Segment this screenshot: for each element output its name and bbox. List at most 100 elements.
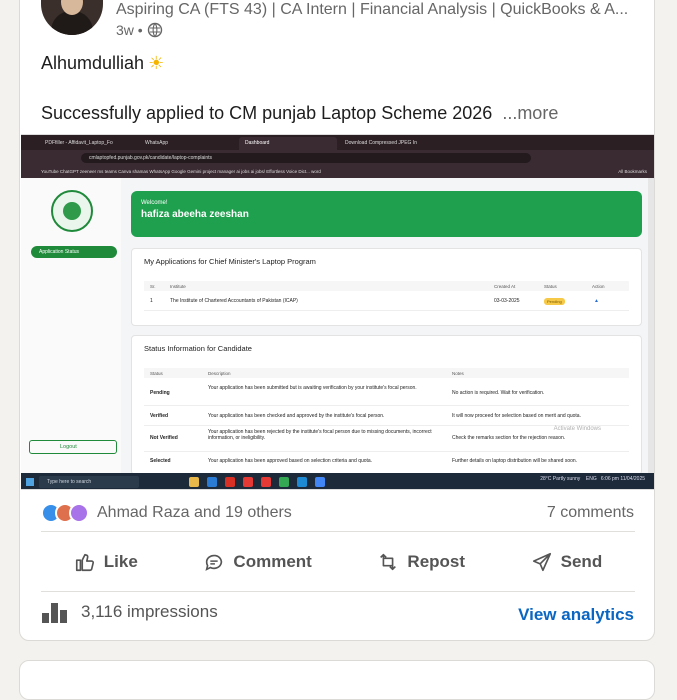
repost-icon xyxy=(380,553,397,571)
table-row: Selected Your application has been appro… xyxy=(144,452,629,472)
status-info-panel: Status Information for Candidate Status … xyxy=(131,335,642,475)
clock-text: 6:06 pm 11/04/2025 xyxy=(600,476,645,482)
view-analytics-link[interactable]: View analytics xyxy=(518,605,634,625)
applications-title: My Applications for Chief Minister's Lap… xyxy=(144,257,316,266)
row-status: Selected xyxy=(150,458,171,464)
windows-taskbar: Type here to search 28°C Partly sunny EN… xyxy=(21,473,654,489)
repost-button[interactable]: Repost xyxy=(377,551,465,573)
reactions-summary[interactable]: Ahmad Raza and 19 others xyxy=(41,503,292,523)
browser-url: cmlaptopfed.punjab.gov.pk/candidate/lapt… xyxy=(81,153,531,163)
browser-tab: Download Compressed JPEG In xyxy=(345,140,417,146)
app-icon xyxy=(243,477,253,487)
bookmarks-list: YouTube ChatGPT zeeneer ms teams Canva s… xyxy=(41,169,321,174)
row-notes: Check the remarks section for the reject… xyxy=(452,435,566,441)
post-card: Aspiring CA (FTS 43) | CA Intern | Finan… xyxy=(19,0,655,641)
table-row: 1 The Institute of Chartered Accountants… xyxy=(144,295,629,311)
divider xyxy=(41,591,635,592)
comment-button[interactable]: Comment xyxy=(203,551,312,573)
author-headline: Aspiring CA (FTS 43) | CA Intern | Finan… xyxy=(116,1,629,18)
portal-page: Application Status Logout Welcome! hafiz… xyxy=(21,178,648,475)
taskbar-tray: 28°C Partly sunny ENG 6:06 pm 11/04/2025 xyxy=(540,476,645,482)
browser-addressbar: cmlaptopfed.punjab.gov.pk/candidate/lapt… xyxy=(21,150,654,166)
table-row: Verified Your application has been check… xyxy=(144,406,629,426)
see-more-link[interactable]: ...more xyxy=(502,103,558,123)
status-badge: Pending xyxy=(544,298,565,305)
post-text-2: Successfully applied to CM punjab Laptop… xyxy=(41,103,493,123)
col-sr: Sr. xyxy=(150,284,156,289)
row-desc: Your application has been approved based… xyxy=(208,458,373,464)
thumbs-up-icon xyxy=(75,553,94,572)
welcome-label: Welcome! xyxy=(141,200,168,206)
col-status: Status xyxy=(544,284,557,289)
folder-icon xyxy=(189,477,199,487)
browser-tab-active: Dashboard xyxy=(239,137,337,150)
bar-chart-icon xyxy=(42,603,67,623)
welcome-banner: Welcome! hafiza abeeha zeeshan xyxy=(131,191,642,237)
col-status: Status xyxy=(150,371,163,376)
like-button[interactable]: Like xyxy=(74,551,138,573)
col-notes: Notes xyxy=(452,371,464,376)
row-sr: 1 xyxy=(150,298,153,304)
col-description: Description xyxy=(208,371,231,376)
divider xyxy=(41,531,635,532)
row-notes: It will now proceed for selection based … xyxy=(452,413,581,419)
reactions-text: Ahmad Raza and 19 others xyxy=(97,504,292,521)
reaction-icons xyxy=(41,503,89,523)
lang-text: ENG xyxy=(585,476,597,482)
like-label: Like xyxy=(103,552,138,571)
logout-button: Logout xyxy=(29,440,117,454)
next-post-card xyxy=(19,660,655,700)
row-notes: Further details on laptop distribution w… xyxy=(452,458,578,464)
row-desc: Your application has been rejected by th… xyxy=(208,429,432,441)
sun-emoji-icon: ☀ xyxy=(148,53,165,73)
col-action: Action xyxy=(592,284,605,289)
applications-header: Sr. Institute Created At Status Action xyxy=(144,281,629,291)
post-line-1: Alhumdulliah ☀ xyxy=(41,53,164,74)
impressions[interactable]: 3,116 impressions xyxy=(41,601,218,623)
windows-start-icon xyxy=(26,478,34,486)
browser-tab: WhatsApp xyxy=(145,140,169,146)
col-institute: Institute xyxy=(170,284,186,289)
app-icon xyxy=(225,477,235,487)
row-notes: No action is required. Wait for verifica… xyxy=(452,390,545,396)
table-row: Pending Your application has been submit… xyxy=(144,382,629,406)
globe-icon xyxy=(147,22,162,38)
row-status: Pending xyxy=(150,390,170,396)
send-button[interactable]: Send xyxy=(531,551,603,573)
weather-text: 28°C Partly sunny xyxy=(540,476,581,482)
edge-icon xyxy=(207,477,217,487)
app-icon xyxy=(297,477,307,487)
browser-tab: PDFfiller - Affidavit_Laptop_Fo xyxy=(45,140,113,146)
col-created: Created At xyxy=(494,284,516,289)
repost-label: Repost xyxy=(407,552,466,571)
comments-count[interactable]: 7 comments xyxy=(547,504,634,522)
row-desc: Your application has been submitted but … xyxy=(208,385,417,391)
post-text-1: Alhumdulliah xyxy=(41,53,145,73)
post-image[interactable]: PDFfiller - Affidavit_Laptop_Fo WhatsApp… xyxy=(21,134,654,490)
row-created: 03-03-2025 xyxy=(494,298,520,304)
bookmarks-bar: YouTube ChatGPT zeeneer ms teams Canva s… xyxy=(21,166,654,178)
send-label: Send xyxy=(560,552,603,571)
post-line-2: Successfully applied to CM punjab Laptop… xyxy=(41,103,558,124)
activate-windows-watermark: Activate Windows xyxy=(553,426,601,432)
portal-sidebar: Application Status Logout xyxy=(21,178,121,473)
chrome-icon xyxy=(279,477,289,487)
upload-icon: ▲ xyxy=(594,298,599,304)
status-info-title: Status Information for Candidate xyxy=(144,344,252,353)
all-bookmarks: All Bookmarks xyxy=(618,169,647,174)
row-desc: Your application has been checked and ap… xyxy=(208,413,385,419)
status-header: Status Description Notes xyxy=(144,368,629,378)
post-actions: Like Comment Repost Send xyxy=(41,538,635,586)
author-avatar[interactable] xyxy=(41,0,103,35)
row-status: Not Verified xyxy=(150,435,178,441)
send-icon xyxy=(532,552,551,572)
applications-panel: My Applications for Chief Minister's Lap… xyxy=(131,248,642,326)
comment-icon xyxy=(205,554,223,571)
taskbar-search: Type here to search xyxy=(39,476,139,488)
application-status-link: Application Status xyxy=(31,246,117,258)
chrome-icon xyxy=(315,477,325,487)
punjab-seal-logo xyxy=(51,190,93,232)
app-icon xyxy=(261,477,271,487)
browser-tabbar: PDFfiller - Affidavit_Laptop_Fo WhatsApp… xyxy=(21,135,654,150)
welcome-name: hafiza abeeha zeeshan xyxy=(141,209,249,220)
